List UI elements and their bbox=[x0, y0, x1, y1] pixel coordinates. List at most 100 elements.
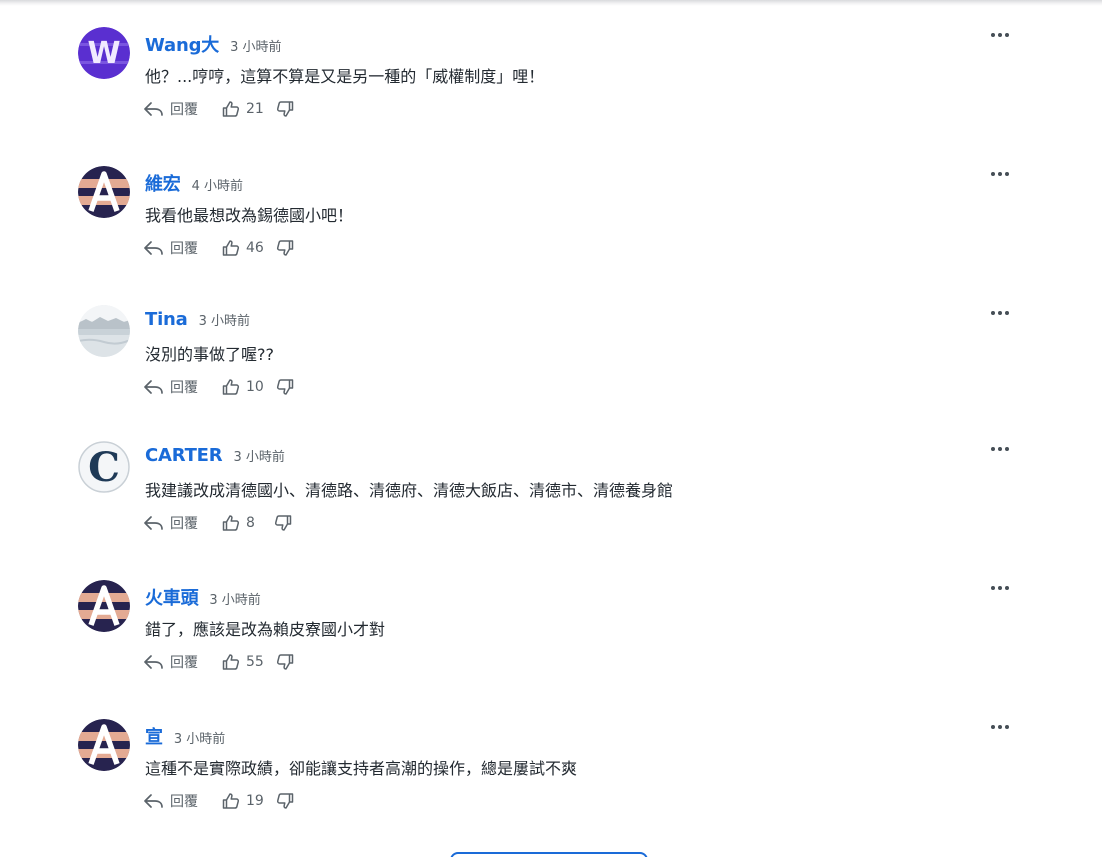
thumbs-down-icon bbox=[276, 654, 294, 670]
more-options-button[interactable] bbox=[990, 441, 1010, 457]
timestamp: 3 小時前 bbox=[198, 314, 251, 329]
reply-icon bbox=[144, 102, 163, 116]
comment-header: CARTER 3 小時前 bbox=[145, 445, 285, 467]
more-options-button[interactable] bbox=[990, 305, 1010, 321]
header-shadow bbox=[0, 0, 1102, 6]
reply-icon bbox=[144, 380, 163, 394]
author-name[interactable]: Tina bbox=[145, 309, 188, 330]
reply-button[interactable]: 回覆 bbox=[144, 99, 198, 119]
dislike-button[interactable] bbox=[274, 514, 292, 532]
author-name[interactable]: 宣 bbox=[145, 723, 163, 749]
thumbs-up-icon bbox=[222, 793, 240, 809]
comment-actions: 回覆 10 bbox=[144, 377, 294, 397]
more-options-button[interactable] bbox=[990, 719, 1010, 735]
landscape-photo-avatar-icon bbox=[78, 305, 130, 357]
like-button[interactable]: 21 bbox=[222, 100, 264, 118]
timestamp: 4 小時前 bbox=[191, 179, 244, 194]
avatar[interactable] bbox=[78, 719, 130, 771]
avatar[interactable]: W bbox=[78, 27, 130, 79]
avatar[interactable] bbox=[78, 166, 130, 218]
more-options-icon bbox=[991, 447, 1009, 451]
comment-text: 沒別的事做了喔?? bbox=[145, 345, 274, 364]
more-options-button[interactable] bbox=[990, 166, 1010, 182]
thumbs-up-icon bbox=[222, 240, 240, 256]
dislike-button[interactable] bbox=[276, 100, 294, 118]
comment-header: 維宏 4 小時前 bbox=[145, 170, 244, 195]
avatar[interactable] bbox=[78, 580, 130, 632]
timestamp: 3 小時前 bbox=[233, 450, 285, 465]
comment-item: C CARTER 3 小時前 我建議改成清德國小、清德路、清德府、清德大飯店、清… bbox=[78, 441, 1018, 571]
timestamp: 3 小時前 bbox=[173, 732, 226, 747]
reply-icon bbox=[144, 516, 163, 530]
like-count: 19 bbox=[246, 793, 264, 809]
like-button[interactable]: 10 bbox=[222, 378, 264, 396]
reply-button[interactable]: 回覆 bbox=[144, 791, 198, 811]
comment-actions: 回覆 46 bbox=[144, 238, 294, 258]
reply-label: 回覆 bbox=[170, 380, 198, 396]
thumbs-up-icon bbox=[222, 101, 240, 117]
comment-item: 維宏 4 小時前 我看他最想改為錫德國小吧！ 回覆 46 bbox=[78, 166, 1018, 296]
w-letter-avatar-icon: W bbox=[78, 27, 130, 79]
like-count: 55 bbox=[246, 654, 264, 670]
dislike-button[interactable] bbox=[276, 378, 294, 396]
comment-actions: 回覆 19 bbox=[144, 791, 294, 811]
reply-icon bbox=[144, 655, 163, 669]
author-name[interactable]: 維宏 bbox=[145, 170, 181, 196]
dislike-button[interactable] bbox=[276, 653, 294, 671]
more-options-button[interactable] bbox=[990, 27, 1010, 43]
timestamp: 3 小時前 bbox=[209, 593, 261, 608]
author-name[interactable]: Wang大 bbox=[145, 31, 219, 57]
like-button[interactable]: 8 bbox=[222, 514, 262, 532]
author-name[interactable]: 火車頭 bbox=[145, 584, 199, 610]
more-options-icon bbox=[991, 311, 1009, 315]
comment-header: 宣 3 小時前 bbox=[145, 723, 226, 748]
load-more-button[interactable] bbox=[450, 852, 648, 857]
reply-button[interactable]: 回覆 bbox=[144, 513, 198, 533]
like-count: 21 bbox=[246, 101, 264, 117]
dislike-button[interactable] bbox=[276, 239, 294, 257]
thumbs-up-icon bbox=[222, 379, 240, 395]
more-options-icon bbox=[991, 33, 1009, 37]
reply-button[interactable]: 回覆 bbox=[144, 377, 198, 397]
like-button[interactable]: 46 bbox=[222, 239, 264, 257]
comments-page: W Wang大 3 小時前 他？...哼哼，這算不算是又是另一種的「威權制度」哩… bbox=[0, 0, 1102, 857]
like-button[interactable]: 19 bbox=[222, 792, 264, 810]
a-letter-avatar-icon bbox=[78, 580, 130, 632]
thumbs-down-icon bbox=[276, 379, 294, 395]
comment-text: 我建議改成清德國小、清德路、清德府、清德大飯店、清德市、清德養身館 bbox=[145, 481, 674, 500]
comment-text: 錯了，應該是改為賴皮寮國小才對 bbox=[145, 620, 386, 639]
more-options-icon bbox=[991, 725, 1009, 729]
comment-item: 火車頭 3 小時前 錯了，應該是改為賴皮寮國小才對 回覆 55 bbox=[78, 580, 1018, 710]
avatar[interactable]: C bbox=[78, 441, 130, 493]
thumbs-down-icon bbox=[276, 101, 294, 117]
author-name[interactable]: CARTER bbox=[145, 445, 223, 466]
reply-button[interactable]: 回覆 bbox=[144, 238, 198, 258]
reply-label: 回覆 bbox=[170, 655, 198, 671]
comment-header: Tina 3 小時前 bbox=[145, 309, 250, 331]
more-options-icon bbox=[991, 172, 1009, 176]
comment-item: Tina 3 小時前 沒別的事做了喔?? 回覆 10 bbox=[78, 305, 1018, 435]
svg-text:W: W bbox=[87, 36, 120, 71]
timestamp: 3 小時前 bbox=[230, 40, 282, 55]
reply-icon bbox=[144, 794, 163, 808]
a-letter-avatar-icon bbox=[78, 719, 130, 771]
a-letter-avatar-icon bbox=[78, 166, 130, 218]
comment-actions: 回覆 8 bbox=[144, 513, 292, 533]
like-count: 8 bbox=[246, 515, 255, 531]
reply-label: 回覆 bbox=[170, 794, 198, 810]
reply-button[interactable]: 回覆 bbox=[144, 652, 198, 672]
comment-item: 宣 3 小時前 這種不是實際政績，卻能讓支持者高潮的操作，總是屢試不爽 回覆 1… bbox=[78, 719, 1018, 849]
comment-text: 他？...哼哼，這算不算是又是另一種的「威權制度」哩！ bbox=[145, 67, 545, 86]
c-letter-avatar-icon: C bbox=[78, 441, 130, 493]
thumbs-down-icon bbox=[276, 240, 294, 256]
comment-header: 火車頭 3 小時前 bbox=[145, 584, 261, 609]
thumbs-down-icon bbox=[276, 793, 294, 809]
comment-item: W Wang大 3 小時前 他？...哼哼，這算不算是又是另一種的「威權制度」哩… bbox=[78, 27, 1018, 157]
reply-label: 回覆 bbox=[170, 102, 198, 118]
more-options-button[interactable] bbox=[990, 580, 1010, 596]
thumbs-up-icon bbox=[222, 654, 240, 670]
like-button[interactable]: 55 bbox=[222, 653, 264, 671]
dislike-button[interactable] bbox=[276, 792, 294, 810]
reply-icon bbox=[144, 241, 163, 255]
avatar[interactable] bbox=[78, 305, 130, 357]
